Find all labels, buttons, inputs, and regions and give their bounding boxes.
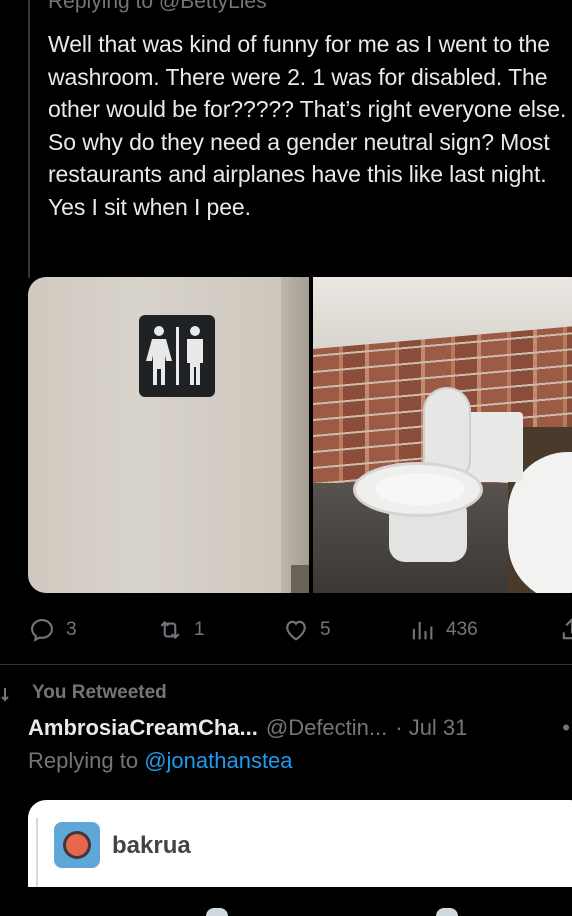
reply-button[interactable]: 3 — [28, 612, 77, 648]
share-button[interactable] — [558, 612, 572, 648]
heart-icon — [286, 620, 306, 641]
tweet-actions: 3 1 5 436 — [28, 612, 572, 648]
restroom-sign-icon — [139, 315, 215, 397]
replying-to-label: Replying to @BettyLies — [48, 0, 267, 13]
retweet-icon — [160, 620, 180, 640]
author-name[interactable]: AmbrosiaCreamCha... — [28, 715, 258, 741]
media-photo-toilet[interactable] — [313, 277, 572, 593]
share-icon — [562, 618, 572, 640]
tweet-media[interactable] — [28, 277, 572, 593]
door-edge — [281, 277, 309, 593]
person-figures-icon — [146, 326, 203, 385]
embed-username[interactable]: bakrua — [112, 832, 191, 860]
tweet-author-row: AmbrosiaCreamCha... @Defectin... · Jul 3… — [28, 712, 572, 744]
replying-to-mention[interactable]: @jonathanstea — [144, 748, 292, 773]
nav-messages-icon[interactable] — [436, 908, 458, 916]
replying-to-prefix: Replying to — [28, 748, 139, 773]
tweet-date[interactable]: · Jul 31 — [395, 715, 467, 741]
tweet-text: Well that was kind of funny for me as I … — [48, 31, 567, 220]
avatar[interactable] — [54, 822, 100, 868]
like-button[interactable]: 5 — [282, 612, 331, 648]
floor-corner — [291, 565, 309, 593]
nav-search-icon[interactable] — [206, 908, 228, 916]
author-handle[interactable]: @Defectin... — [266, 715, 387, 741]
media-photo-restroom-sign[interactable] — [28, 277, 309, 593]
reply-icon — [31, 619, 53, 642]
views-chart-icon — [412, 621, 433, 640]
retweet-count: 1 — [194, 619, 205, 640]
like-count: 5 — [320, 619, 331, 640]
views-button[interactable]: 436 — [408, 612, 478, 648]
bottom-nav-bar — [0, 887, 572, 916]
view-count: 436 — [446, 619, 478, 640]
toilet-seat-opening — [375, 473, 465, 505]
retweet-small-icon — [1, 688, 9, 702]
retweet-button[interactable]: 1 — [156, 612, 205, 648]
retweet-banner: You Retweeted — [0, 680, 167, 706]
replying-to-line: Replying to @jonathanstea — [28, 748, 293, 774]
thread-line — [28, 0, 30, 278]
more-options-icon[interactable]: • — [562, 715, 572, 741]
embedded-card[interactable]: bakrua — [28, 800, 572, 900]
retweet-banner-label: You Retweeted — [32, 682, 167, 703]
tweet-separator — [0, 664, 572, 665]
reply-count: 3 — [66, 619, 77, 640]
